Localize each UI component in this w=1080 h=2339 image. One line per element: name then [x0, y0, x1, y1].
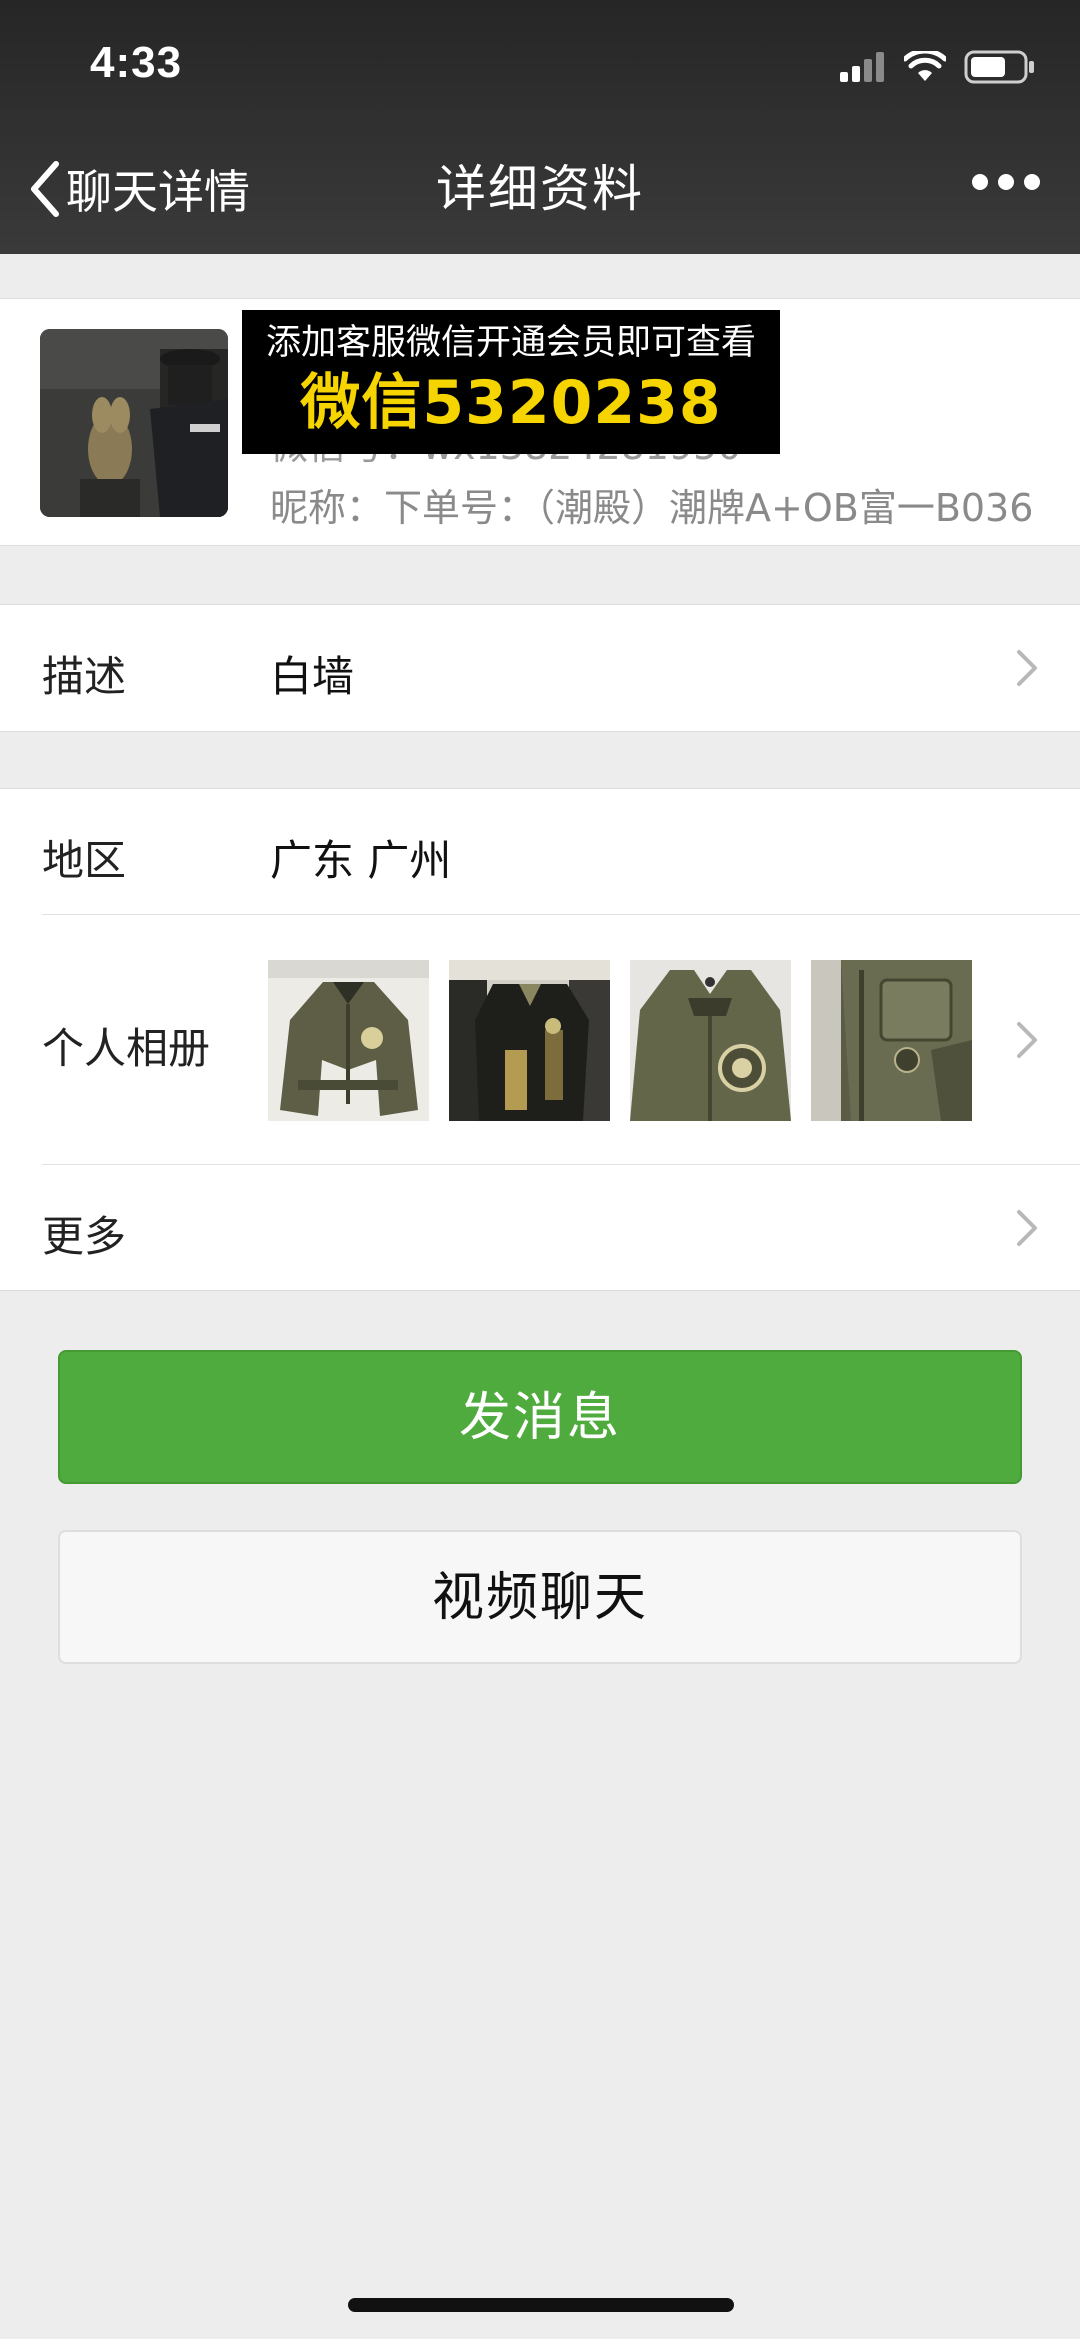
- description-row[interactable]: 描述 白墙: [0, 605, 1080, 731]
- album-row[interactable]: 个人相册: [0, 915, 1080, 1165]
- album-photo[interactable]: [630, 960, 791, 1121]
- more-label: 更多: [42, 1212, 127, 1261]
- album-label: 个人相册: [42, 1024, 211, 1073]
- region-row: 地区 广东 广州: [0, 789, 1080, 915]
- wifi-icon: [904, 51, 946, 81]
- promo-overlay-line2: 微信5320238: [300, 368, 722, 438]
- status-time: 4:33: [90, 38, 183, 87]
- chevron-right-icon: [1017, 1022, 1037, 1058]
- page-title: 详细资料: [436, 160, 644, 218]
- region-value: 广东 广州: [270, 836, 452, 885]
- chevron-right-icon: [1017, 650, 1037, 686]
- album-photo[interactable]: [268, 960, 429, 1121]
- more-dot: [998, 174, 1014, 190]
- cellular-signal-icon: [840, 52, 884, 82]
- album-photo[interactable]: [811, 960, 972, 1121]
- album-photo[interactable]: [449, 960, 610, 1121]
- info-group: 地区 广东 广州 个人相册 更多: [0, 788, 1080, 1291]
- avatar-image: [40, 329, 228, 517]
- status-icons: [840, 44, 1036, 90]
- description-value: 白墙: [270, 652, 355, 701]
- more-row[interactable]: 更多: [0, 1165, 1080, 1290]
- home-indicator[interactable]: [348, 2298, 734, 2312]
- send-message-button[interactable]: 发消息: [58, 1350, 1022, 1484]
- description-group: 描述 白墙: [0, 604, 1080, 732]
- nickname-text: 昵称：下单号：（潮殿）潮牌A+OB富一B036: [270, 486, 1034, 530]
- more-dot: [972, 174, 988, 190]
- battery-icon: [964, 50, 1034, 84]
- promo-overlay-banner: 添加客服微信开通会员即可查看 微信5320238: [242, 310, 780, 454]
- video-chat-button[interactable]: 视频聊天: [58, 1530, 1022, 1664]
- promo-overlay-line1: 添加客服微信开通会员即可查看: [265, 323, 756, 363]
- more-options-button[interactable]: [972, 174, 1040, 190]
- description-label: 描述: [42, 652, 127, 701]
- region-label: 地区: [42, 836, 127, 885]
- chevron-right-icon: [1017, 1210, 1037, 1246]
- more-dot: [1024, 174, 1040, 190]
- avatar[interactable]: [40, 329, 228, 517]
- album-thumbnails: [268, 960, 972, 1121]
- top-navigation-bar: 4:33 聊天详情 详细资料: [0, 0, 1080, 254]
